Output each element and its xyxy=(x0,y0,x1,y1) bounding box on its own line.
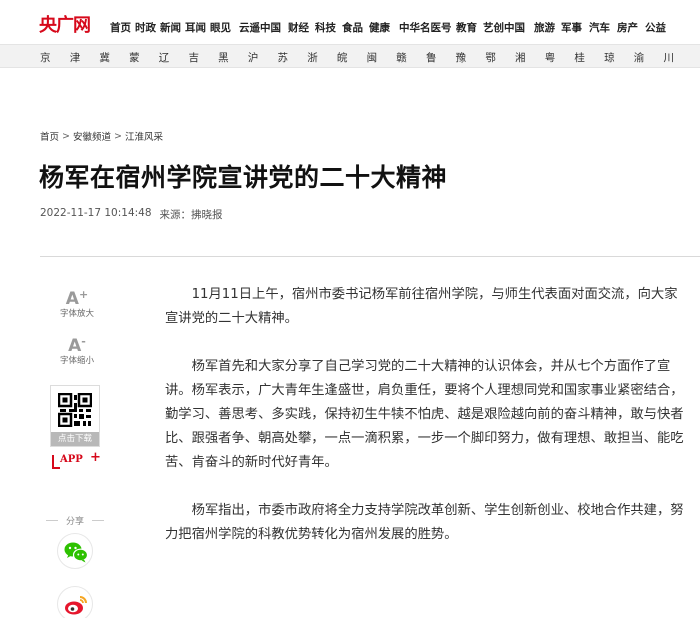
breadcrumb-jianghuai[interactable]: 江淮风采 xyxy=(125,129,163,143)
logo-text: 央广网 xyxy=(39,15,91,36)
share-line-right xyxy=(91,520,104,521)
title-divider xyxy=(40,256,700,257)
article-source: 来源：拂晓报 xyxy=(159,209,223,221)
font-increase-label: 字体放大 xyxy=(59,309,94,319)
article-paragraph: 杨军首先和大家分享了自己学习党的二十大精神的认识体会，并从七个方面作了宣讲。杨军… xyxy=(165,359,684,470)
share-label: 分享 xyxy=(65,517,84,527)
share-heading: 分享 xyxy=(46,514,104,527)
nav-item-home[interactable]: 首页 xyxy=(110,20,135,35)
article-datetime: 2022-11-17 10:14:48 xyxy=(40,207,152,219)
download-label: 点击下载 xyxy=(51,432,99,446)
province-item[interactable]: 苏 xyxy=(278,50,308,65)
nav-item-eyewitness[interactable]: 眼见 xyxy=(210,20,239,35)
province-item[interactable]: 桂 xyxy=(574,50,604,65)
province-item[interactable]: 鄂 xyxy=(485,50,515,65)
province-item[interactable]: 津 xyxy=(70,50,100,65)
nav-item-yunyao[interactable]: 云遥中国 xyxy=(239,20,288,35)
wechat-icon xyxy=(64,542,89,563)
cnr-logo[interactable]: 央广网 xyxy=(39,13,91,36)
province-item[interactable]: 闽 xyxy=(367,50,397,65)
font-decrease-icon: A- xyxy=(68,335,86,356)
share-wechat-button[interactable] xyxy=(57,533,93,569)
province-item[interactable]: 辽 xyxy=(159,50,189,65)
nav-item-politics[interactable]: 时政 xyxy=(135,20,160,35)
breadcrumb-anhui-channel[interactable]: 安徽频道 xyxy=(73,129,111,143)
province-item[interactable]: 渝 xyxy=(634,50,664,65)
province-item[interactable]: 蒙 xyxy=(129,50,159,65)
share-weibo-button[interactable] xyxy=(57,586,93,618)
breadcrumb-home[interactable]: 首页 xyxy=(40,129,59,143)
plus-icon: + xyxy=(90,450,101,465)
province-list: 京 津 冀 蒙 辽 吉 黑 沪 苏 浙 皖 闽 赣 鲁 豫 鄂 湘 粤 桂 琼 … xyxy=(40,50,693,65)
province-item[interactable]: 豫 xyxy=(456,50,486,65)
nav-item-travel[interactable]: 旅游 xyxy=(534,20,561,35)
nav-item-news[interactable]: 新闻 xyxy=(160,20,185,35)
province-item[interactable]: 沪 xyxy=(248,50,278,65)
province-item[interactable]: 鲁 xyxy=(426,50,456,65)
province-item[interactable]: 皖 xyxy=(337,50,367,65)
qr-code-icon xyxy=(58,393,92,427)
article-paragraph: 11月11日上午，宿州市委书记杨军前往宿州学院，与师生代表面对面交流，向大家宣讲… xyxy=(165,287,678,326)
nav-item-education[interactable]: 教育 xyxy=(456,20,483,35)
article-title: 杨军在宿州学院宣讲党的二十大精神 xyxy=(39,163,448,192)
province-item[interactable]: 湘 xyxy=(515,50,545,65)
province-item[interactable]: 粤 xyxy=(545,50,575,65)
breadcrumb: 首页 > 安徽频道 > 江淮风采 xyxy=(40,129,163,144)
font-increase-button[interactable]: A+ 字体放大 xyxy=(47,284,107,319)
nav-item-health[interactable]: 健康 xyxy=(369,20,399,35)
nav-item-food[interactable]: 食品 xyxy=(342,20,369,35)
article-paragraph: 杨军指出，市委市政府将全力支持学院改革创新、学生创新创业、校地合作共建，努力把宿… xyxy=(165,503,684,542)
province-bar: 京 津 冀 蒙 辽 吉 黑 沪 苏 浙 皖 闽 赣 鲁 豫 鄂 湘 粤 桂 琼 … xyxy=(0,44,700,68)
weibo-icon xyxy=(65,596,87,615)
share-line-left xyxy=(46,520,58,521)
nav-item-auto[interactable]: 汽车 xyxy=(589,20,617,35)
app-bracket-icon xyxy=(52,455,60,469)
article-body: 11月11日上午，宿州市委书记杨军前往宿州学院，与师生代表面对面交流，向大家宣讲… xyxy=(165,283,685,571)
app-download-qr[interactable]: 点击下载 xyxy=(50,385,100,447)
breadcrumb-separator: > xyxy=(62,130,70,142)
province-item[interactable]: 黑 xyxy=(218,50,248,65)
province-item[interactable]: 赣 xyxy=(396,50,426,65)
province-item[interactable]: 吉 xyxy=(188,50,218,65)
nav-item-tech[interactable]: 科技 xyxy=(315,20,342,35)
nav-item-famous-doctors[interactable]: 中华名医号 xyxy=(399,20,456,35)
app-label: APP xyxy=(60,454,83,465)
top-navigation: 央广网 首页 时政 新闻 耳闻 眼见 云遥中国 财经 科技 食品 健康 中华名医… xyxy=(0,0,700,44)
nav-item-realestate[interactable]: 房产 xyxy=(617,20,645,35)
main-nav: 首页 时政 新闻 耳闻 眼见 云遥中国 财经 科技 食品 健康 中华名医号 教育… xyxy=(110,20,671,35)
nav-item-hearsay[interactable]: 耳闻 xyxy=(185,20,210,35)
province-item[interactable]: 冀 xyxy=(99,50,129,65)
article-meta: 2022-11-17 10:14:48 来源：拂晓报 xyxy=(40,207,223,222)
font-decrease-button[interactable]: A- 字体缩小 xyxy=(47,331,107,366)
nav-item-military[interactable]: 军事 xyxy=(561,20,589,35)
nav-item-art-china[interactable]: 艺创中国 xyxy=(483,20,534,35)
province-item[interactable]: 川 xyxy=(663,50,693,65)
province-item[interactable]: 浙 xyxy=(307,50,337,65)
font-decrease-label: 字体缩小 xyxy=(59,356,94,366)
province-item[interactable]: 京 xyxy=(40,50,70,65)
breadcrumb-separator: > xyxy=(114,130,122,142)
nav-item-charity[interactable]: 公益 xyxy=(645,20,671,35)
province-item[interactable]: 琼 xyxy=(604,50,634,65)
app-button[interactable]: APP + xyxy=(52,450,102,471)
nav-item-finance[interactable]: 财经 xyxy=(288,20,315,35)
font-increase-icon: A+ xyxy=(65,288,89,309)
